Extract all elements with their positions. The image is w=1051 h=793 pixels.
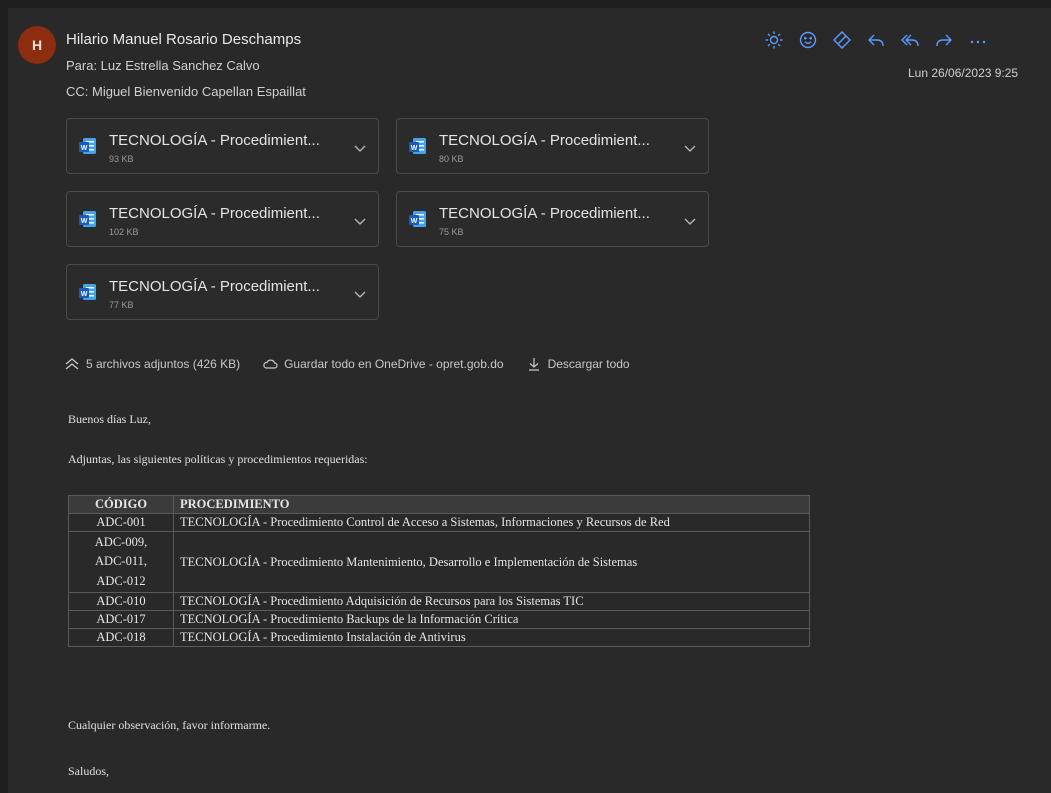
table-row: ADC-001 TECNOLOGÍA - Procedimiento Contr… [68,513,810,532]
sun-icon[interactable] [760,26,788,54]
word-file-icon: W [79,138,96,154]
download-all-link[interactable]: Descargar todo [548,357,630,371]
procedure-cell: TECNOLOGÍA - Procedimiento Mantenimiento… [173,530,810,594]
collapse-chevron-icon[interactable] [64,356,80,372]
table-row: ADC-017 TECNOLOGÍA - Procedimiento Backu… [68,610,810,630]
cc-recipients[interactable]: CC: Miguel Bienvenido Capellan Espaillat [66,84,306,99]
intro-text: Adjuntas, las siguientes políticas y pro… [68,452,368,466]
table-row: ADC-009, ADC-011, ADC-012 TECNOLOGÍA - P… [68,530,810,594]
svg-text:W: W [81,145,88,152]
svg-text:W: W [411,145,418,152]
chevron-down-icon[interactable] [353,214,367,228]
attachment-name: TECNOLOGÍA - Procedimient... [109,132,320,149]
code-cell: ADC-001 [68,513,174,532]
code-cell: ADC-010 [68,592,174,612]
more-icon[interactable] [964,26,992,54]
procedure-cell: TECNOLOGÍA - Procedimiento Adquisición d… [173,592,810,612]
attachment-actions: 5 archivos adjuntos (426 KB) Guardar tod… [64,356,630,372]
download-icon [528,358,539,371]
save-to-onedrive-link[interactable]: Guardar todo en OneDrive - opret.gob.do [284,357,503,371]
column-header-procedure: PROCEDIMIENTO [173,495,810,514]
signoff-text: Saludos, [68,764,110,778]
closing-text: Cualquier observación, favor informarme. [68,718,271,732]
word-file-icon: W [79,284,96,300]
attachments-summary[interactable]: 5 archivos adjuntos (426 KB) [86,357,240,371]
attachment-name: TECNOLOGÍA - Procedimient... [439,132,650,149]
procedure-cell: TECNOLOGÍA - Procedimiento Instalación d… [173,628,810,648]
attachment-card[interactable]: W TECNOLOGÍA - Procedimient... 80 KB [396,118,709,174]
procedure-cell: TECNOLOGÍA - Procedimiento Backups de la… [173,610,810,630]
attachment-name: TECNOLOGÍA - Procedimient... [439,205,650,222]
svg-text:W: W [411,218,418,225]
table-header-row: CÓDIGO PROCEDIMIENTO [68,495,810,514]
procedure-cell: TECNOLOGÍA - Procedimiento Control de Ac… [173,513,810,532]
sent-date: Lun 26/06/2023 9:25 [908,66,1019,80]
attachment-size: 77 KB [109,300,134,310]
table-row: ADC-010 TECNOLOGÍA - Procedimiento Adqui… [68,592,810,612]
attachment-card[interactable]: W TECNOLOGÍA - Procedimient... 75 KB [396,191,709,247]
attachment-card[interactable]: W TECNOLOGÍA - Procedimient... 102 KB [66,191,379,247]
emoji-icon[interactable] [794,26,822,54]
reading-pane: H Hilario Manuel Rosario Deschamps Para:… [8,8,1051,793]
avatar[interactable]: H [18,26,56,64]
sender-name[interactable]: Hilario Manuel Rosario Deschamps [66,31,301,48]
reply-all-icon[interactable] [896,26,924,54]
tag-icon[interactable] [828,26,856,54]
word-file-icon: W [79,211,96,227]
code-cell: ADC-009, ADC-011, ADC-012 [68,530,174,594]
attachment-card[interactable]: W TECNOLOGÍA - Procedimient... 93 KB [66,118,379,174]
svg-text:W: W [81,218,88,225]
chevron-down-icon[interactable] [683,141,697,155]
word-file-icon: W [409,138,426,154]
attachment-name: TECNOLOGÍA - Procedimient... [109,278,320,295]
attachment-card[interactable]: W TECNOLOGÍA - Procedimient... 77 KB [66,264,379,320]
attachment-size: 75 KB [439,227,464,237]
greeting-text: Buenos días Luz, [68,412,151,426]
chevron-down-icon[interactable] [683,214,697,228]
attachment-name: TECNOLOGÍA - Procedimient... [109,205,320,222]
column-header-code: CÓDIGO [68,495,174,514]
svg-text:W: W [81,291,88,298]
chevron-down-icon[interactable] [353,141,367,155]
attachment-size: 80 KB [439,154,464,164]
table-row: ADC-018 TECNOLOGÍA - Procedimiento Insta… [68,628,810,648]
message-toolbar [760,26,992,54]
attachment-size: 93 KB [109,154,134,164]
cloud-icon [263,359,278,369]
reply-icon[interactable] [862,26,890,54]
attachment-size: 102 KB [109,227,139,237]
code-cell: ADC-018 [68,628,174,648]
code-cell: ADC-017 [68,610,174,630]
procedures-table: CÓDIGO PROCEDIMIENTO ADC-001 TECNOLOGÍA … [68,495,810,648]
word-file-icon: W [409,211,426,227]
to-recipients[interactable]: Para: Luz Estrella Sanchez Calvo [66,58,260,73]
chevron-down-icon[interactable] [353,287,367,301]
forward-icon[interactable] [930,26,958,54]
